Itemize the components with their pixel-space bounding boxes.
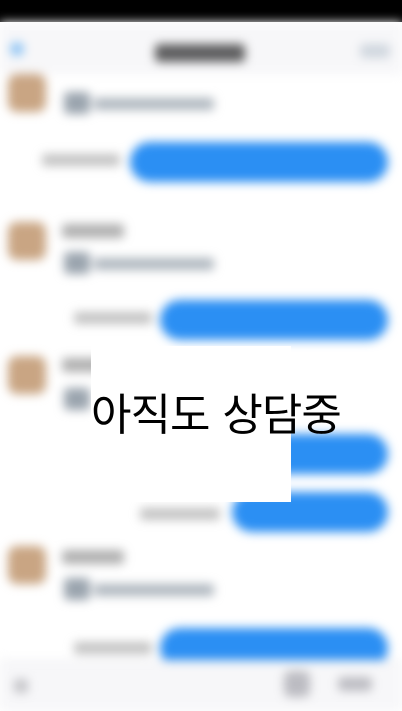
chat-bubble[interactable] (160, 300, 388, 340)
page-title (155, 44, 245, 62)
avatar[interactable] (8, 356, 46, 394)
keyboard-icon[interactable] (284, 671, 310, 697)
file-icon (64, 388, 90, 410)
nav-bar (0, 22, 402, 74)
avatar[interactable] (8, 222, 46, 260)
file-icon (64, 92, 90, 114)
message-time (74, 642, 152, 654)
attachment-name[interactable] (94, 98, 214, 110)
file-icon (64, 252, 90, 274)
avatar[interactable] (8, 74, 46, 112)
overlay-caption: 아직도 상담중 (91, 390, 342, 441)
nav-action-button[interactable] (360, 44, 390, 58)
message-time (140, 508, 220, 520)
menu-icon[interactable] (14, 679, 28, 693)
sender-name (62, 224, 124, 238)
message-time (42, 154, 120, 166)
avatar[interactable] (8, 546, 46, 584)
send-button[interactable] (338, 677, 372, 691)
input-bar (0, 660, 402, 711)
chat-bubble[interactable] (130, 142, 388, 182)
attachment-name[interactable] (94, 258, 214, 270)
chat-bubble[interactable] (160, 628, 388, 661)
status-bar (0, 0, 402, 22)
message-time (74, 312, 152, 324)
overlay-caption-box: 아직도 상담중 (91, 346, 342, 502)
file-icon (64, 578, 90, 600)
attachment-name[interactable] (94, 584, 214, 596)
back-icon[interactable] (10, 42, 24, 56)
sender-name (62, 550, 124, 564)
